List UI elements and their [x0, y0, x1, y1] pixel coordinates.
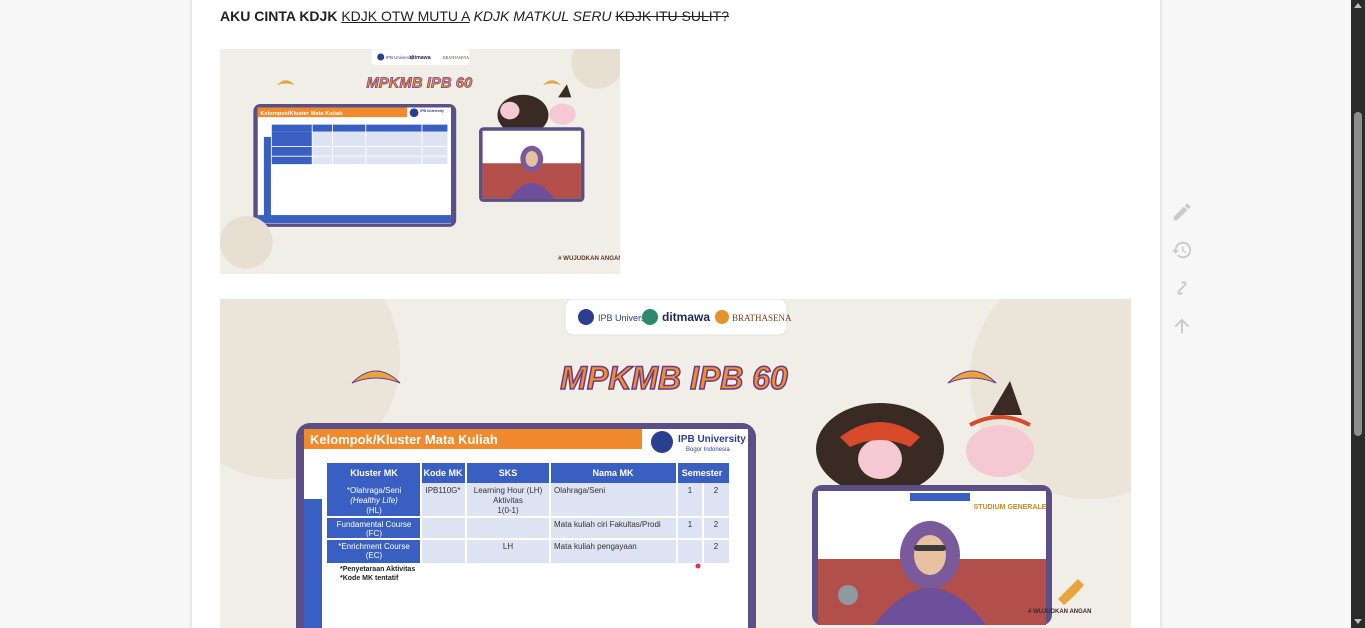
th-sks: SKS — [499, 468, 518, 478]
logo-ditmawa-text-large: ditmawa — [662, 310, 710, 324]
history-icon — [1171, 241, 1192, 259]
row1-sks-c: 1(0-1) — [497, 506, 519, 515]
scroll-top-button[interactable] — [1169, 313, 1195, 339]
permalink-button[interactable] — [1169, 275, 1195, 301]
event-title: MPKMB IPB 60 — [366, 75, 473, 92]
bold-text: AKU CINTA KDJK — [220, 8, 338, 24]
history-button[interactable] — [1169, 237, 1195, 263]
th-nama: Nama MK — [592, 468, 634, 478]
arrow-up-icon — [1174, 318, 1190, 334]
row2-sem2: 2 — [714, 520, 719, 529]
th-kluster: Kluster MK — [350, 468, 398, 478]
row1-sem2: 2 — [714, 486, 719, 495]
event-title-large: MPKMB IPB 60 — [560, 360, 788, 396]
row3-sem2: 2 — [714, 542, 719, 551]
row2-sem1: 1 — [688, 520, 693, 529]
edit-button[interactable] — [1169, 199, 1195, 225]
italic-text: KDJK MATKUL SERU — [473, 8, 612, 24]
scroll-up-arrow-icon[interactable] — [1354, 3, 1362, 8]
post-container: AKU CINTA KDJK KDJK OTW MUTU A KDJK MATK… — [191, 0, 1161, 628]
page-scrollbar[interactable] — [1351, 0, 1365, 628]
row1-kluster-c: (HL) — [366, 506, 382, 515]
row1-sem1: 1 — [688, 486, 693, 495]
video-hashtag: # WUJUDKAN ANGAN — [1028, 609, 1091, 615]
row2-kluster-b: (FC) — [366, 529, 382, 538]
post-image-large[interactable]: IPB University ditmawa BRATHASENA MPKMB … — [220, 299, 1131, 628]
logo-ditmawa-text: ditmawa — [410, 55, 431, 61]
strikethrough-text: KDJK ITU SULIT? — [615, 8, 730, 24]
row2-nama: Mata kuliah ciri Fakultas/Prodi — [554, 520, 661, 529]
slide-logo-sub: Bogor Indonesia — [686, 447, 730, 453]
slide-title-small: Kelompok/Kluster Mata Kuliah — [260, 111, 343, 117]
row2-kluster: Fundamental Course — [337, 520, 412, 529]
slide-screenshot-large: IPB University ditmawa BRATHASENA MPKMB … — [220, 299, 1131, 628]
post-text: AKU CINTA KDJK KDJK OTW MUTU A KDJK MATK… — [220, 8, 729, 24]
row1-kode: IPB110G* — [426, 486, 461, 495]
note-1: *Penyetaraan Aktivitas — [340, 566, 415, 573]
row1-sks-b: Aktivitas — [493, 496, 523, 505]
row3-kluster: *Enrichment Course — [338, 542, 410, 551]
scroll-down-arrow-icon[interactable] — [1354, 619, 1362, 624]
slide-screenshot-small: IPB University ditmawa BRATHASENA MPKMB … — [220, 49, 620, 274]
note-2: *Kode MK tentatif — [340, 575, 399, 582]
slide-logo-large: IPB University — [678, 434, 746, 445]
row1-kluster-b: (Healthy Life) — [350, 496, 398, 505]
slide-title-large: Kelompok/Kluster Mata Kuliah — [310, 432, 498, 447]
logo-brathasena-text-large: BRATHASENA — [732, 313, 792, 323]
edit-icon — [1173, 203, 1191, 221]
row1-sks: Learning Hour (LH) — [474, 486, 543, 495]
video-badge: STUDIUM GENERALE — [974, 504, 1047, 511]
underline-text: KDJK OTW MUTU A — [341, 8, 470, 24]
link-icon — [1177, 281, 1187, 295]
row3-sks: LH — [503, 542, 513, 551]
row1-nama: Olahraga/Seni — [554, 486, 605, 495]
row3-kluster-b: (EC) — [366, 551, 383, 560]
th-kode: Kode MK — [424, 468, 463, 478]
row3-nama: Mata kuliah pengayaan — [554, 542, 637, 551]
hashtag-small: # WUJUDKAN ANGAN — [558, 255, 620, 262]
slide-logo-small: IPB University — [420, 109, 444, 113]
logo-brathasena-text: BRATHASENA — [443, 55, 469, 60]
post-image-small[interactable]: IPB University ditmawa BRATHASENA MPKMB … — [220, 49, 620, 274]
scrollbar-thumb[interactable] — [1354, 112, 1362, 436]
th-semester: Semester — [682, 468, 723, 478]
row1-kluster: *Olahraga/Seni — [347, 486, 401, 495]
